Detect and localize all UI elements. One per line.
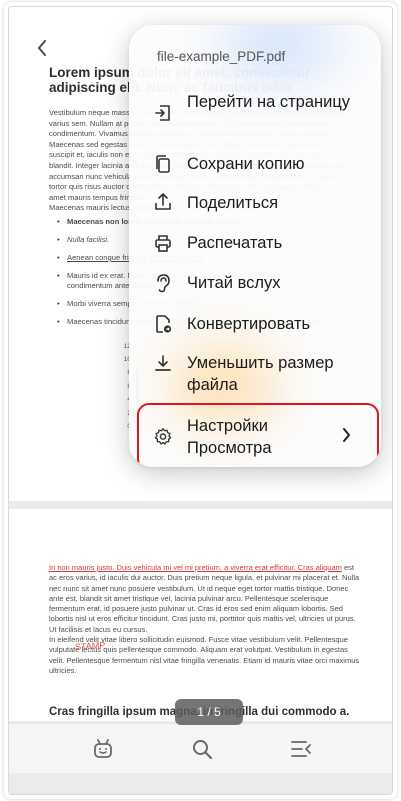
share-icon — [153, 192, 173, 212]
goto-page-icon — [153, 103, 173, 123]
printer-icon — [153, 233, 173, 253]
menu-item-label: Распечатать — [187, 234, 283, 252]
highlight-annotation-box — [137, 403, 379, 467]
menu-item-go-to-page[interactable]: Перейти на страницу — [129, 91, 381, 135]
more-options-menu: file-example_PDF.pdf Перейти на страницу… — [129, 25, 381, 467]
menu-item-read-aloud[interactable]: Читай вслух — [129, 271, 381, 295]
menu-item-label: Читай вслух — [187, 274, 281, 292]
menu-item-convert[interactable]: Конвертировать — [129, 312, 381, 336]
compress-icon — [153, 354, 173, 374]
phone-screen: Lorem ipsum dolor sit amet, consectetur … — [8, 6, 393, 795]
menu-item-share[interactable]: Поделиться — [129, 191, 381, 215]
menu-item-label: Поделиться — [187, 194, 279, 212]
menu-item-label: Перейти на страницу — [187, 93, 351, 111]
menu-item-label: Конвертировать — [187, 315, 311, 333]
copy-icon — [153, 154, 173, 174]
menu-item-label: Уменьшить размер файла — [187, 354, 334, 394]
menu-item-print[interactable]: Распечатать — [129, 231, 381, 255]
ear-icon — [153, 273, 173, 293]
convert-icon — [153, 314, 173, 334]
menu-item-label: Сохрани копию — [187, 155, 305, 173]
menu-file-name: file-example_PDF.pdf — [157, 49, 286, 64]
pdf-viewer[interactable]: Lorem ipsum dolor sit amet, consectetur … — [9, 7, 392, 794]
menu-item-reduce-size[interactable]: Уменьшить размер файла — [129, 352, 381, 396]
menu-item-save-copy[interactable]: Сохрани копию — [129, 152, 381, 176]
